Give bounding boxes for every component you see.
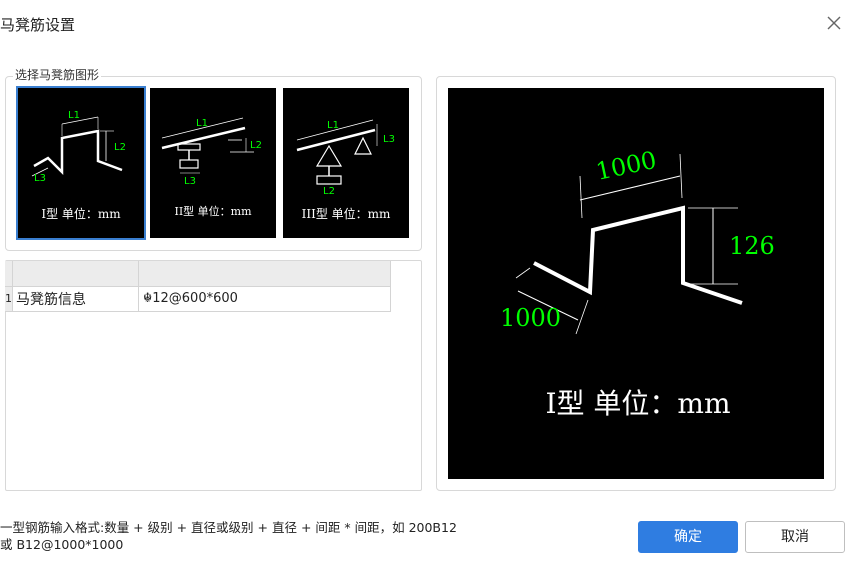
type2-shape-icon: L1 L2 L3 II型 单位：mm	[161, 117, 262, 218]
type3-shape-icon: L1 L3 L2 III型 单位：mm	[296, 119, 395, 221]
type3-label-l1: L1	[327, 120, 339, 131]
confirm-button[interactable]: 确定	[638, 521, 738, 553]
grid-divider	[390, 261, 391, 312]
shape-option-type1[interactable]: L1 L2 L3 I型 单位：mm	[16, 86, 146, 240]
close-icon[interactable]	[825, 14, 843, 32]
type3-caption: III型 单位：mm	[302, 206, 391, 221]
row-value-cell[interactable]: ☬12@600*600	[139, 287, 391, 311]
type1-shape-icon: L1 L2 L3 I型 单位：mm	[31, 110, 126, 221]
type1-label-l1: L1	[68, 110, 80, 121]
cancel-button[interactable]: 取消	[745, 521, 845, 553]
type3-label-l2: L2	[323, 186, 335, 197]
type2-caption: II型 单位：mm	[174, 204, 252, 218]
dialog-title: 马凳筋设置	[0, 16, 76, 34]
table-row[interactable]: 1 马凳筋信息 ☬12@600*600	[5, 287, 391, 312]
preview-caption: I型 单位：mm	[545, 387, 730, 420]
shape-option-type3[interactable]: L1 L3 L2 III型 单位：mm	[283, 88, 409, 238]
type3-label-l3: L3	[383, 134, 395, 145]
preview-dim-right: 126	[729, 232, 775, 260]
type2-label-l2: L2	[250, 140, 262, 151]
type2-label-l1: L1	[196, 118, 208, 129]
grid-header-name	[13, 261, 139, 287]
preview-dim-left: 1000	[500, 304, 561, 332]
hint-line-2: 或 B12@1000*1000	[0, 537, 124, 552]
grid-header	[5, 261, 391, 287]
type1-label-l3: L3	[34, 173, 46, 184]
type1-caption: I型 单位：mm	[41, 206, 121, 221]
type2-label-l3: L3	[184, 176, 196, 187]
hint-line-1: 一型钢筋输入格式:数量 + 级别 + 直径或级别 + 直径 + 间距 * 间距，…	[0, 520, 457, 535]
preview-dim-top: 1000	[593, 146, 659, 186]
row-name: 马凳筋信息	[13, 287, 139, 311]
shape-group-label: 选择马凳筋图形	[13, 66, 102, 83]
row-number: 1	[5, 287, 13, 311]
preview-shape-drawing: 1000 126 1000 I型 单位：mm	[500, 146, 775, 420]
type1-label-l2: L2	[114, 142, 126, 153]
preview-canvas: 1000 126 1000 I型 单位：mm	[448, 88, 824, 479]
shape-option-type2[interactable]: L1 L2 L3 II型 单位：mm	[150, 88, 276, 238]
grid-header-rownum	[5, 261, 13, 287]
input-format-hint: 一型钢筋输入格式:数量 + 级别 + 直径或级别 + 直径 + 间距 * 间距，…	[0, 519, 457, 553]
